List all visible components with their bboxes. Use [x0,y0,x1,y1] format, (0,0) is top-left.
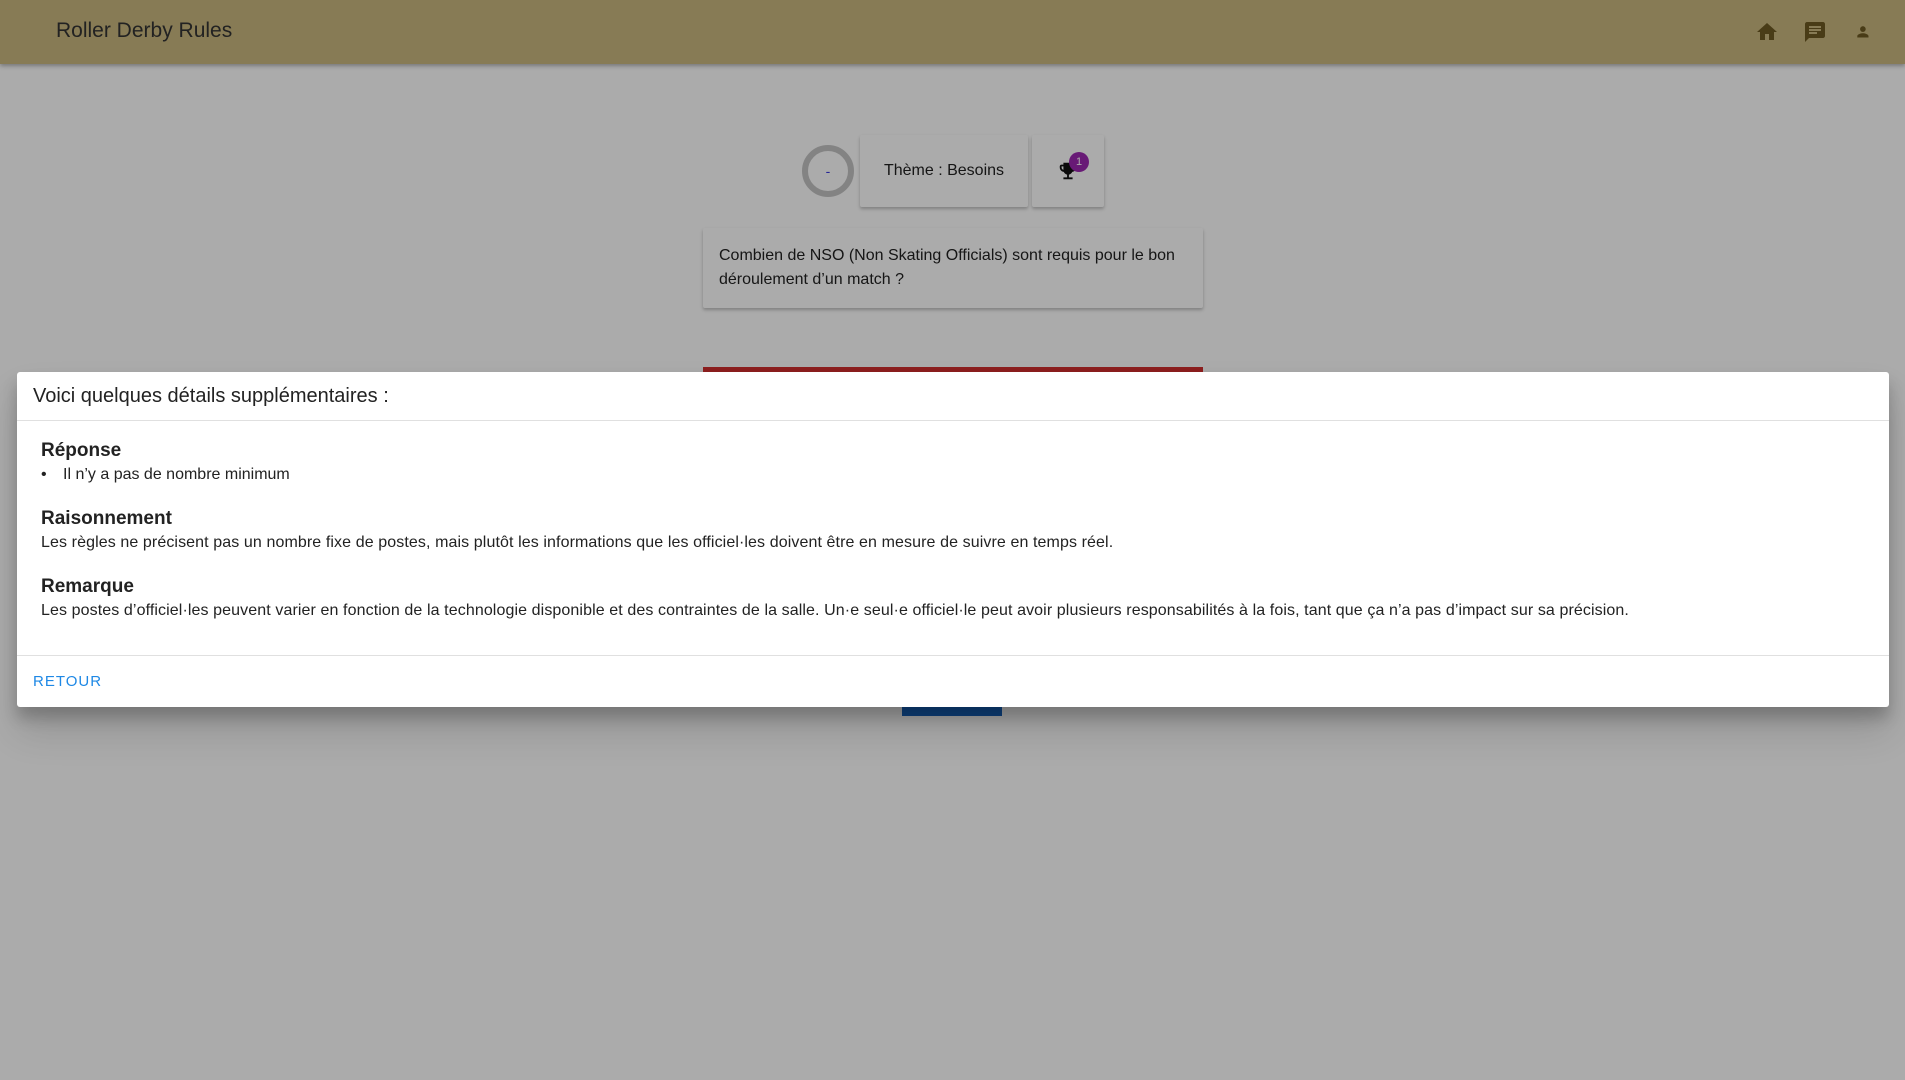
dialog-title: Voici quelques détails supplémentaires : [17,372,1889,421]
dialog-actions: RETOUR [17,656,1889,707]
section-heading: Raisonnement [41,508,172,529]
section-text: Les postes d’officiel·les peuvent varier… [41,602,1629,619]
details-dialog: Voici quelques détails supplémentaires :… [17,372,1889,707]
section-remarque: Remarque Les postes d’officiel·les peuve… [41,576,1865,620]
back-button[interactable]: RETOUR [33,673,102,690]
section-heading: Réponse [41,440,122,461]
answer-list: Il n’y a pas de nombre minimum [41,466,1865,484]
section-text: Les règles ne précisent pas un nombre fi… [41,534,1114,551]
section-reponse: Réponse Il n’y a pas de nombre minimum [41,440,1865,484]
dialog-body: Réponse Il n’y a pas de nombre minimum R… [17,421,1889,656]
section-heading: Remarque [41,576,134,597]
section-raisonnement: Raisonnement Les règles ne précisent pas… [41,508,1865,552]
list-item: Il n’y a pas de nombre minimum [41,466,1865,484]
